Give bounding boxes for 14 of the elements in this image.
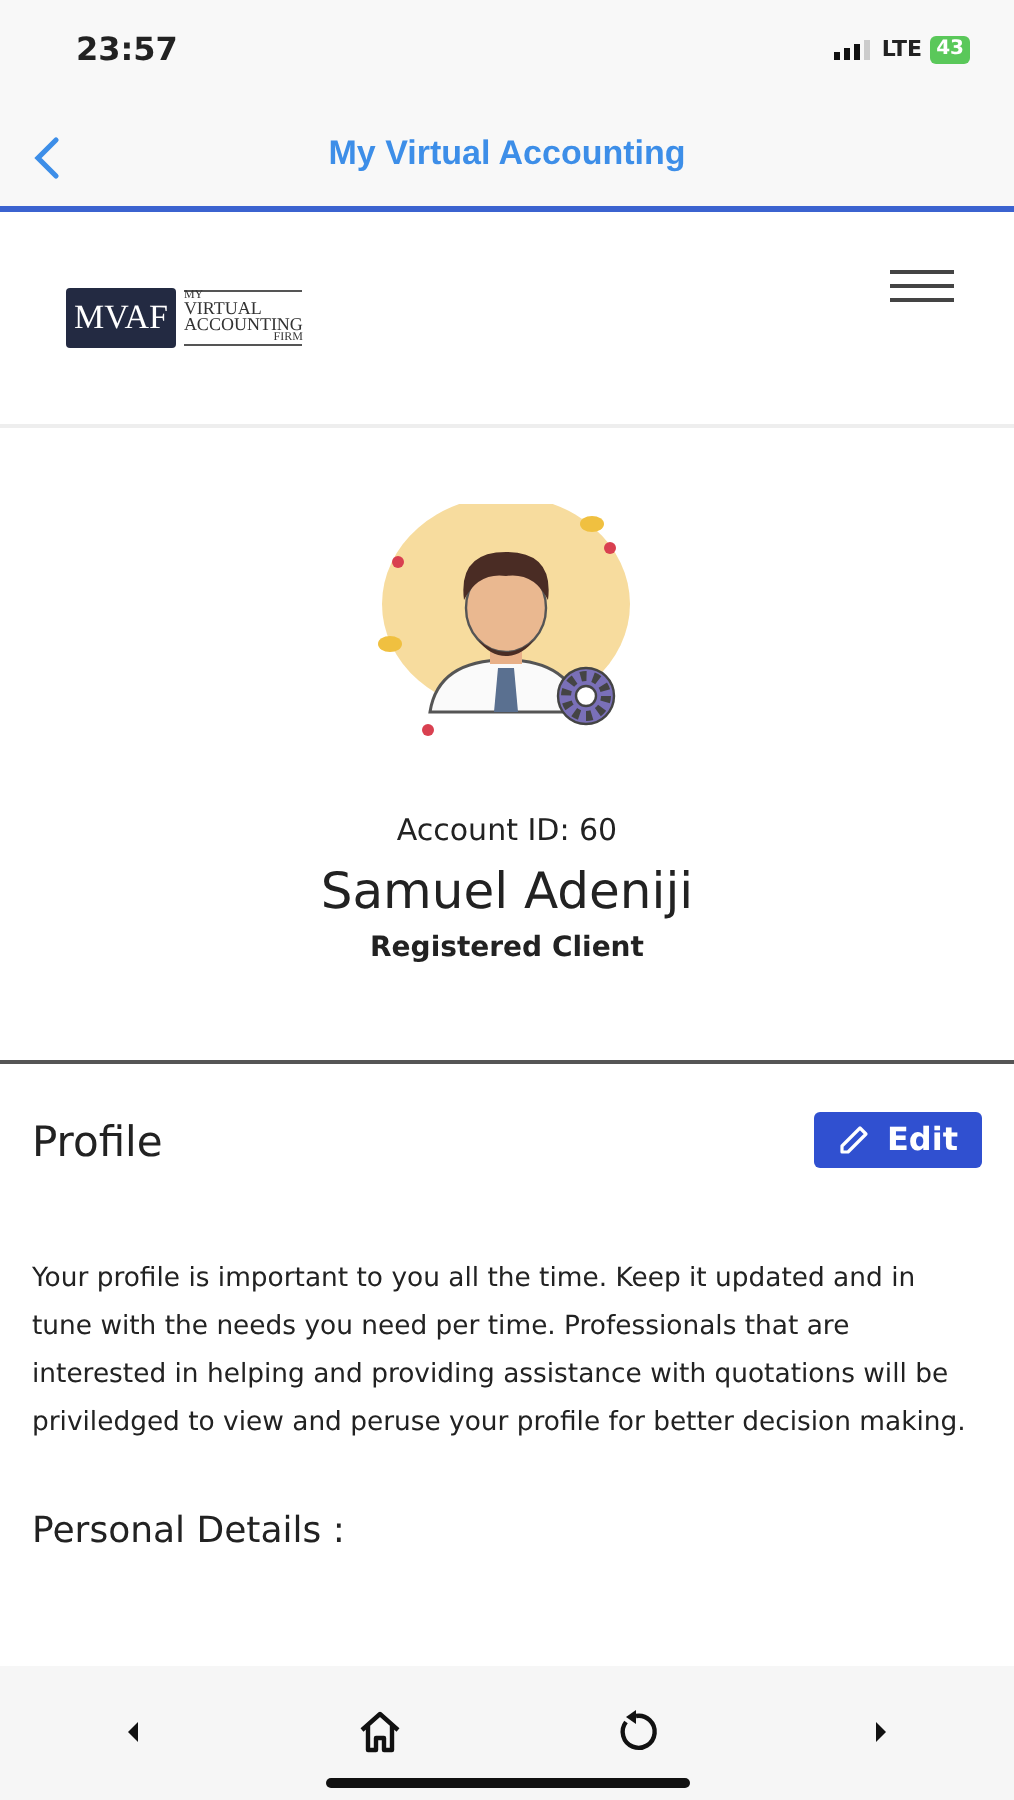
- account-name: Samuel Adeniji: [320, 859, 694, 923]
- network-label: LTE: [881, 33, 923, 66]
- battery-level: 43: [930, 36, 970, 64]
- section-heading: Personal Details :: [32, 1507, 347, 1555]
- account-id: Account ID: 60: [396, 810, 618, 852]
- nav-title: My Virtual Accounting: [328, 131, 686, 176]
- status-time: 23:57: [76, 28, 178, 72]
- pencil-icon: [838, 1124, 871, 1156]
- description: Your profile is important to you all the time. Keep it updated and in tune with the needs you need per time. Professionals that are interested in helping and providing assistance with quotations will be priviledged to view and peruse your profile for better decision making.: [32, 1261, 968, 1441]
- section-title: Profile: [32, 1116, 163, 1170]
- signal-icon: [833, 40, 874, 60]
- account-role: Registered Client: [370, 930, 644, 968]
- edit-button[interactable]: Edit: [814, 1112, 982, 1168]
- caret-left-icon: [124, 1719, 144, 1744]
